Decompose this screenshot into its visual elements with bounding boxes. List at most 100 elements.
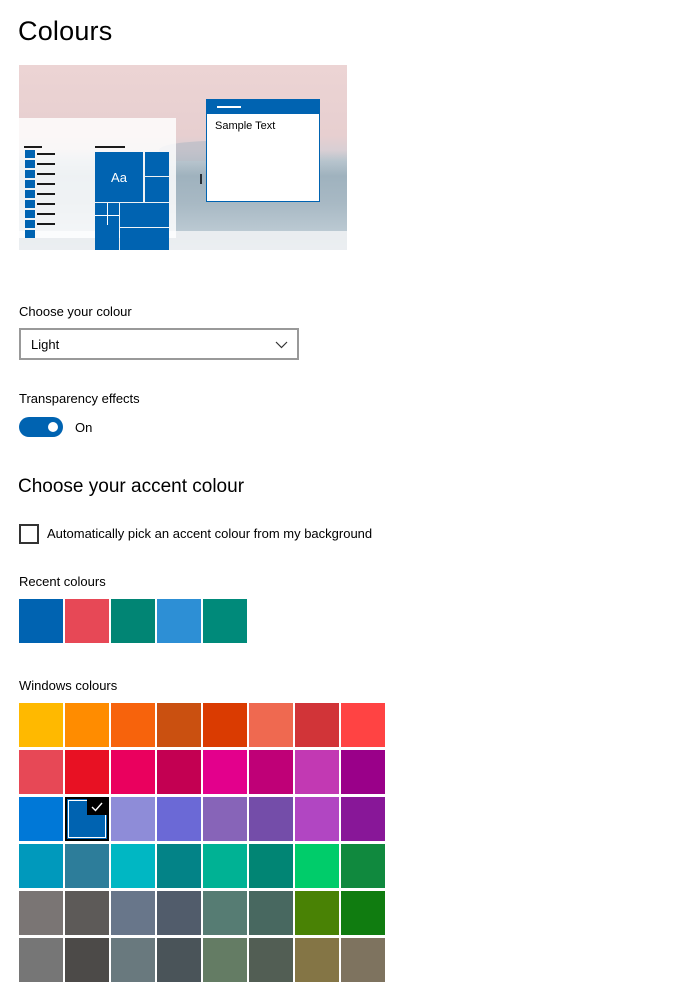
app-list-line <box>37 163 55 165</box>
windows-colour-swatch[interactable] <box>341 797 385 841</box>
windows-colour-swatch[interactable] <box>65 750 109 794</box>
checkmark-icon <box>87 799 107 815</box>
theme-preview: Aa Sample Text <box>19 65 347 250</box>
app-list-line <box>37 193 55 195</box>
colour-mode-value: Light <box>31 337 60 352</box>
recent-colour-swatch[interactable] <box>111 599 155 643</box>
preview-tile <box>120 228 169 250</box>
windows-colour-swatch[interactable] <box>19 703 63 747</box>
page-title: Colours <box>18 16 113 46</box>
preview-tile-text: Aa <box>111 169 127 185</box>
transparency-state: On <box>75 420 93 435</box>
windows-colour-swatch[interactable] <box>295 750 339 794</box>
app-list-icon <box>25 160 35 168</box>
windows-colour-swatch[interactable] <box>341 891 385 935</box>
windows-colour-swatch[interactable] <box>19 797 63 841</box>
app-list-line <box>37 203 55 205</box>
windows-colour-swatch[interactable] <box>249 797 293 841</box>
app-list-icon <box>25 150 35 158</box>
windows-colour-swatch[interactable] <box>249 938 293 982</box>
recent-colour-swatch[interactable] <box>19 599 63 643</box>
windows-colour-swatch[interactable] <box>65 844 109 888</box>
windows-colour-swatch[interactable] <box>295 938 339 982</box>
app-list-line <box>37 223 55 225</box>
preview-tile <box>145 152 169 176</box>
windows-colour-swatch[interactable] <box>19 891 63 935</box>
windows-colour-swatch[interactable] <box>19 938 63 982</box>
windows-colour-swatch[interactable] <box>295 797 339 841</box>
windows-colours-label: Windows colours <box>19 678 118 693</box>
preview-sample-window: Sample Text <box>206 99 320 202</box>
app-list-line <box>24 146 42 148</box>
windows-colour-swatch[interactable] <box>111 797 155 841</box>
windows-colour-swatch[interactable] <box>157 891 201 935</box>
windows-colour-swatch[interactable] <box>249 750 293 794</box>
windows-colour-swatch[interactable] <box>295 703 339 747</box>
tiles-header-line <box>95 146 125 148</box>
windows-colour-swatch[interactable] <box>203 750 247 794</box>
windows-colour-swatch[interactable] <box>341 703 385 747</box>
sample-window-text: Sample Text <box>215 120 276 132</box>
windows-colour-swatch[interactable] <box>203 797 247 841</box>
windows-colour-swatch[interactable] <box>19 750 63 794</box>
windows-colour-swatch[interactable] <box>111 703 155 747</box>
app-list-line <box>37 153 55 155</box>
transparency-label: Transparency effects <box>19 391 140 406</box>
toggle-knob <box>48 422 58 432</box>
windows-colour-swatch[interactable] <box>249 891 293 935</box>
windows-colour-swatch[interactable] <box>157 844 201 888</box>
windows-colour-swatch[interactable] <box>65 797 109 841</box>
windows-colour-swatch[interactable] <box>249 703 293 747</box>
app-list-icon <box>25 230 35 238</box>
auto-pick-checkbox[interactable] <box>19 524 39 544</box>
preview-tile <box>145 177 169 202</box>
colour-mode-label: Choose your colour <box>19 304 132 319</box>
windows-colour-swatch[interactable] <box>203 891 247 935</box>
windows-colour-swatch[interactable] <box>19 844 63 888</box>
windows-colour-swatch[interactable] <box>111 750 155 794</box>
windows-colour-swatch[interactable] <box>203 938 247 982</box>
recent-colour-swatch[interactable] <box>157 599 201 643</box>
windows-colour-swatch[interactable] <box>157 750 201 794</box>
windows-colour-swatch[interactable] <box>341 750 385 794</box>
app-list-icon <box>25 170 35 178</box>
app-list-line <box>37 213 55 215</box>
app-list-line <box>37 183 55 185</box>
windows-colour-swatch[interactable] <box>341 844 385 888</box>
app-list-icon <box>25 200 35 208</box>
recent-colour-swatch[interactable] <box>65 599 109 643</box>
windows-colours-grid <box>19 703 385 982</box>
app-list-icon <box>25 180 35 188</box>
colour-mode-dropdown[interactable]: Light <box>19 328 299 360</box>
preview-tile <box>120 203 169 227</box>
recent-colour-swatch[interactable] <box>203 599 247 643</box>
windows-colour-swatch[interactable] <box>295 844 339 888</box>
recent-colours <box>19 599 247 643</box>
windows-colour-swatch[interactable] <box>157 938 201 982</box>
app-list-icon <box>25 190 35 198</box>
sample-window-titlebar <box>207 100 319 114</box>
app-list-line <box>37 173 55 175</box>
windows-colour-swatch[interactable] <box>111 938 155 982</box>
accent-heading: Choose your accent colour <box>18 476 245 497</box>
windows-colour-swatch[interactable] <box>111 844 155 888</box>
app-list-icon <box>25 210 35 218</box>
windows-colour-swatch[interactable] <box>65 938 109 982</box>
windows-colour-swatch[interactable] <box>65 891 109 935</box>
transparency-toggle[interactable] <box>19 417 63 437</box>
auto-pick-label[interactable]: Automatically pick an accent colour from… <box>47 526 372 541</box>
windows-colour-swatch[interactable] <box>203 844 247 888</box>
windows-colour-swatch[interactable] <box>157 703 201 747</box>
windows-colour-swatch[interactable] <box>203 703 247 747</box>
preview-figure <box>200 174 202 184</box>
windows-colour-swatch[interactable] <box>157 797 201 841</box>
windows-colour-swatch[interactable] <box>111 891 155 935</box>
chevron-down-icon <box>275 341 288 349</box>
app-list-icon <box>25 220 35 228</box>
tile-divider <box>107 203 108 225</box>
windows-colour-swatch[interactable] <box>341 938 385 982</box>
recent-colours-label: Recent colours <box>19 574 106 589</box>
windows-colour-swatch[interactable] <box>249 844 293 888</box>
windows-colour-swatch[interactable] <box>65 703 109 747</box>
windows-colour-swatch[interactable] <box>295 891 339 935</box>
